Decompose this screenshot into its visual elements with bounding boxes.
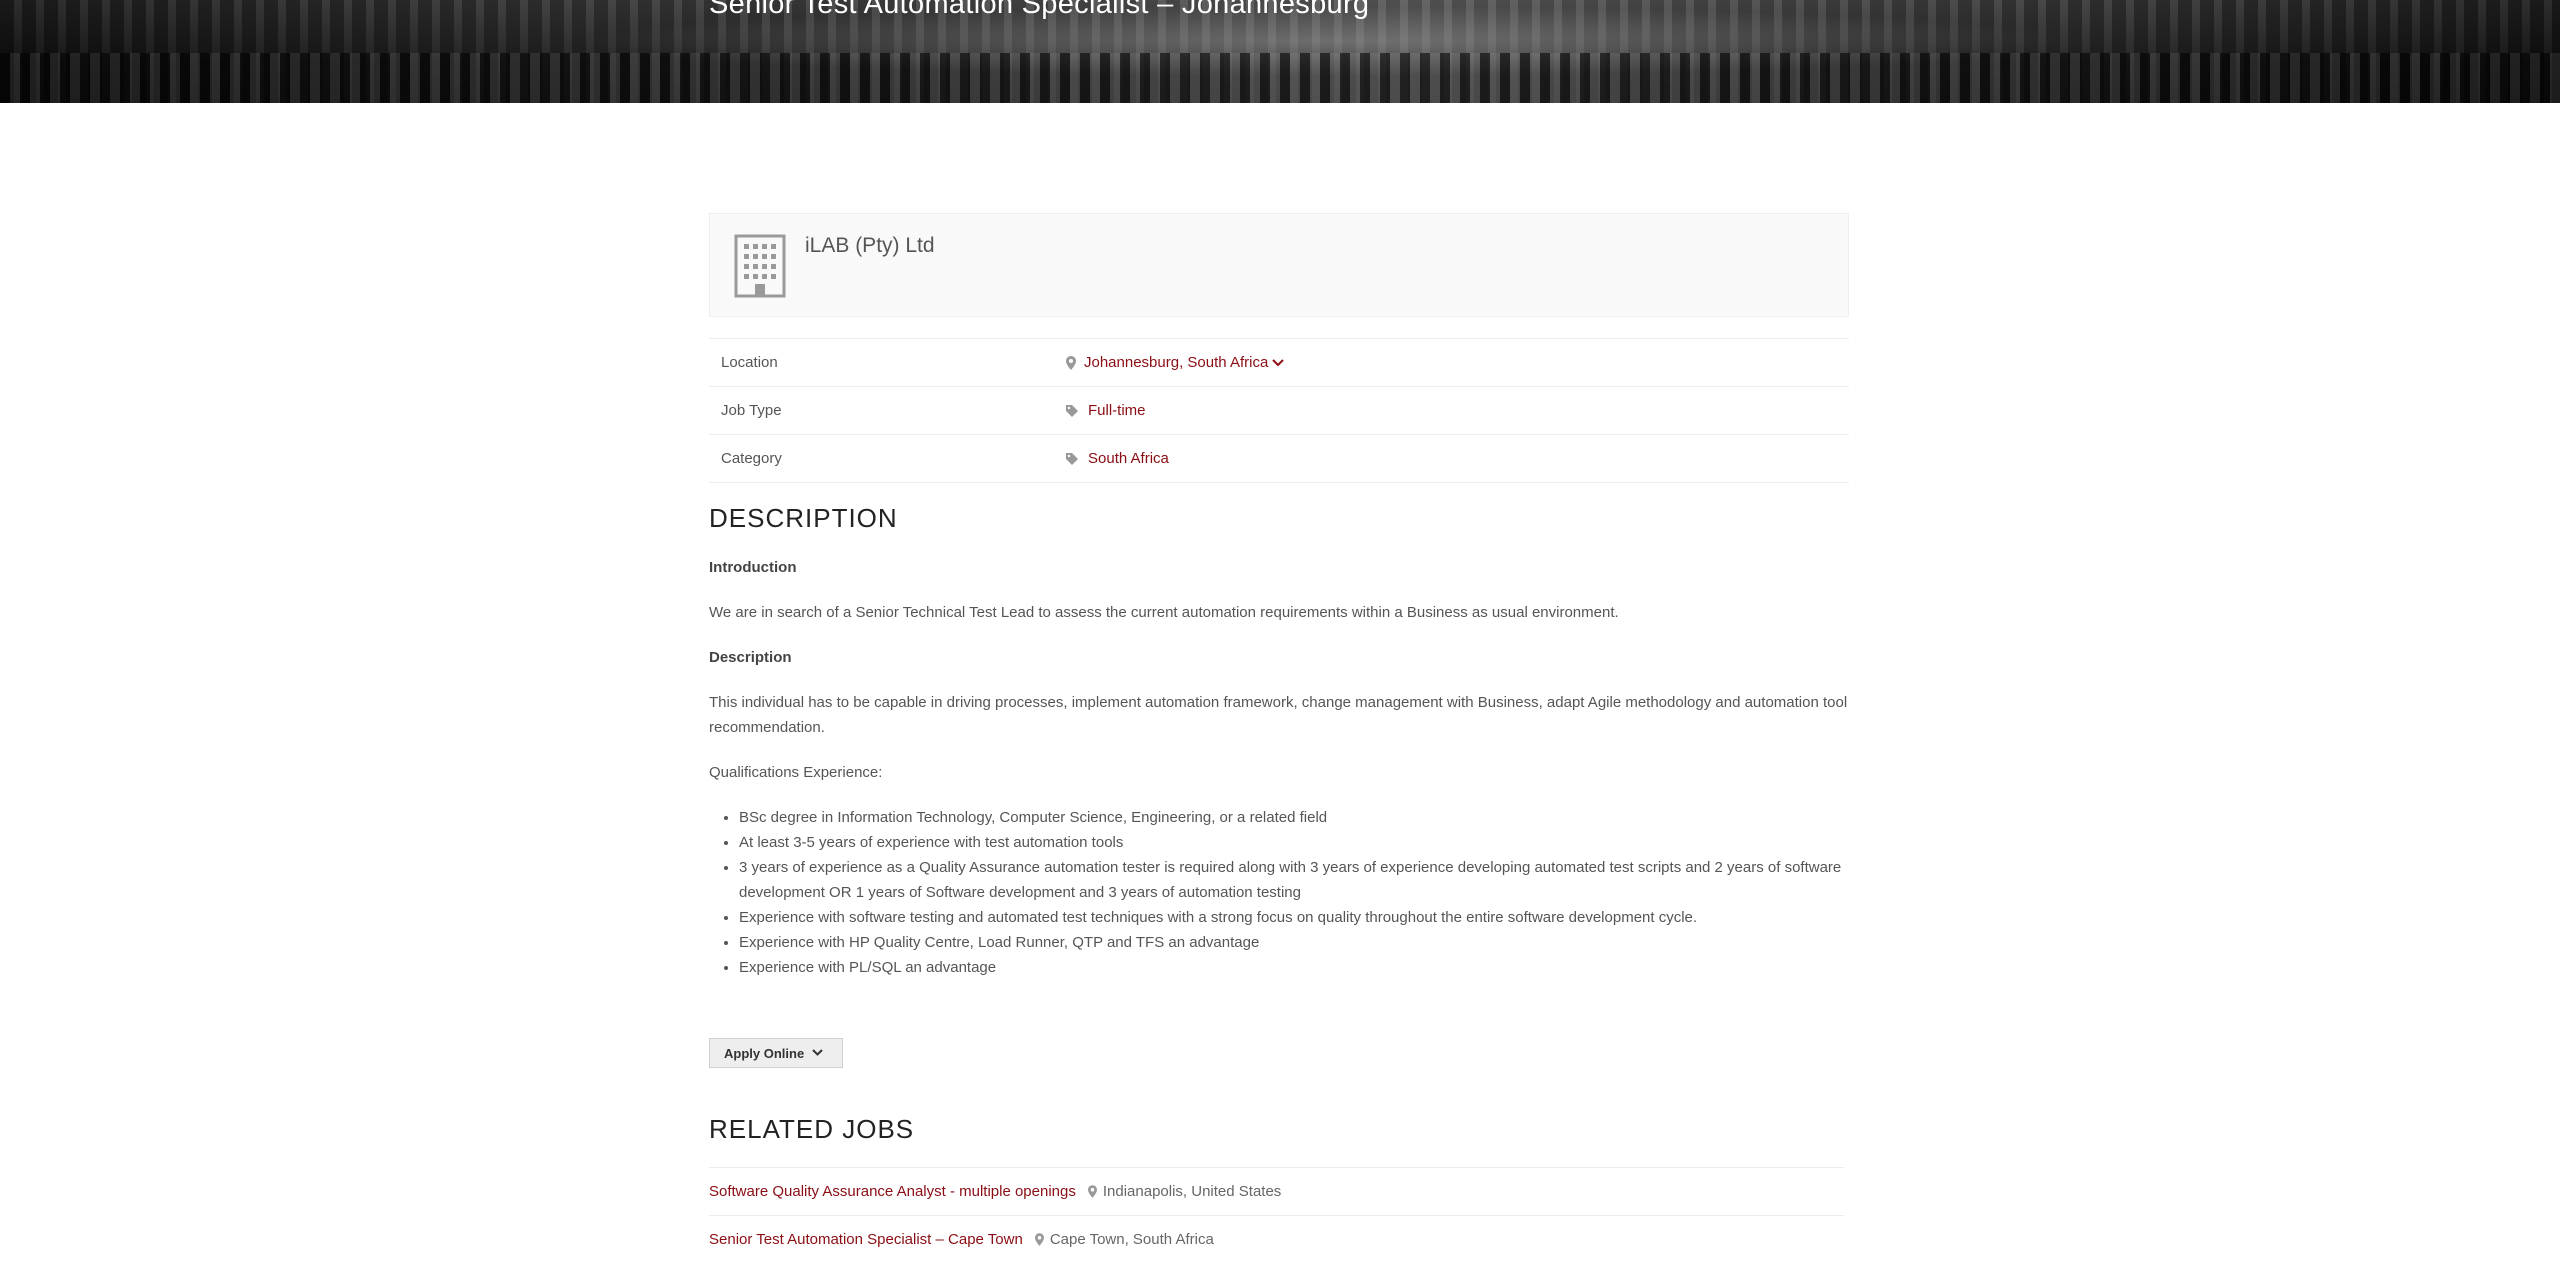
description-subheading: Description <box>709 649 792 666</box>
list-item: Experience with HP Quality Centre, Load … <box>739 930 1849 955</box>
list-item: Experience with software testing and aut… <box>739 905 1849 930</box>
meta-row-location: Location Johannesburg, South Africa <box>709 338 1849 386</box>
related-jobs-heading: RELATED JOBS <box>709 1114 915 1144</box>
list-item: Experience with PL/SQL an advantage <box>739 955 1849 980</box>
intro-text: We are in search of a Senior Technical T… <box>709 604 1619 621</box>
header-banner: Senior Test Automation Specialist – Joha… <box>0 0 2560 103</box>
map-pin-icon <box>1034 1233 1044 1246</box>
related-job-link[interactable]: Software Quality Assurance Analyst - mul… <box>709 1183 1076 1200</box>
intro-heading: Introduction <box>709 559 797 576</box>
meta-row-job-type: Job Type Full-time <box>709 386 1849 434</box>
related-job-location: Indianapolis, United States <box>1087 1183 1282 1200</box>
description-text: This individual has to be capable in dri… <box>709 694 1848 736</box>
map-pin-icon <box>1066 355 1076 370</box>
list-item: 3 years of experience as a Quality Assur… <box>739 855 1849 905</box>
tag-icon <box>1066 452 1078 465</box>
apply-label: Apply Online <box>724 1045 805 1061</box>
description-heading: DESCRIPTION <box>709 503 898 533</box>
job-type-link[interactable]: Full-time <box>1066 402 1146 419</box>
location-link[interactable]: Johannesburg, South Africa <box>1066 354 1285 371</box>
related-jobs-list: Software Quality Assurance Analyst - mul… <box>709 1167 1844 1263</box>
location-value: Johannesburg, South Africa <box>1084 354 1269 371</box>
related-job-link[interactable]: Senior Test Automation Specialist – Cape… <box>709 1231 1023 1248</box>
chevron-down-icon <box>812 1049 823 1056</box>
chevron-down-icon <box>1272 358 1285 366</box>
meta-label: Location <box>721 354 778 371</box>
map-pin-icon <box>1087 1185 1097 1198</box>
qualifications-heading: Qualifications Experience: <box>709 764 883 781</box>
list-item: Software Quality Assurance Analyst - mul… <box>709 1167 1844 1215</box>
location-text: Indianapolis, United States <box>1102 1183 1282 1200</box>
meta-row-category: Category South Africa <box>709 434 1849 483</box>
company-card: iLAB (Pty) Ltd <box>709 213 1849 317</box>
list-item: BSc degree in Information Technology, Co… <box>739 805 1849 830</box>
job-type-value: Full-time <box>1088 402 1146 419</box>
job-description: Introduction We are in search of a Senio… <box>709 555 1849 980</box>
category-link[interactable]: South Africa <box>1066 450 1169 467</box>
tag-icon <box>1066 404 1078 417</box>
building-icon <box>734 234 786 298</box>
page-title: Senior Test Automation Specialist – Joha… <box>709 0 1370 20</box>
category-value: South Africa <box>1088 450 1169 467</box>
meta-label: Job Type <box>721 402 782 419</box>
qualifications-list: BSc degree in Information Technology, Co… <box>709 805 1849 980</box>
location-text: Cape Town, South Africa <box>1049 1231 1214 1248</box>
apply-online-button[interactable]: Apply Online <box>709 1038 843 1068</box>
list-item: Senior Test Automation Specialist – Cape… <box>709 1215 1844 1263</box>
meta-label: Category <box>721 450 782 467</box>
related-job-location: Cape Town, South Africa <box>1034 1231 1214 1248</box>
job-meta-table: Location Johannesburg, South Africa Job … <box>709 338 1849 483</box>
company-name: iLAB (Pty) Ltd <box>805 234 935 257</box>
list-item: At least 3-5 years of experience with te… <box>739 830 1849 855</box>
